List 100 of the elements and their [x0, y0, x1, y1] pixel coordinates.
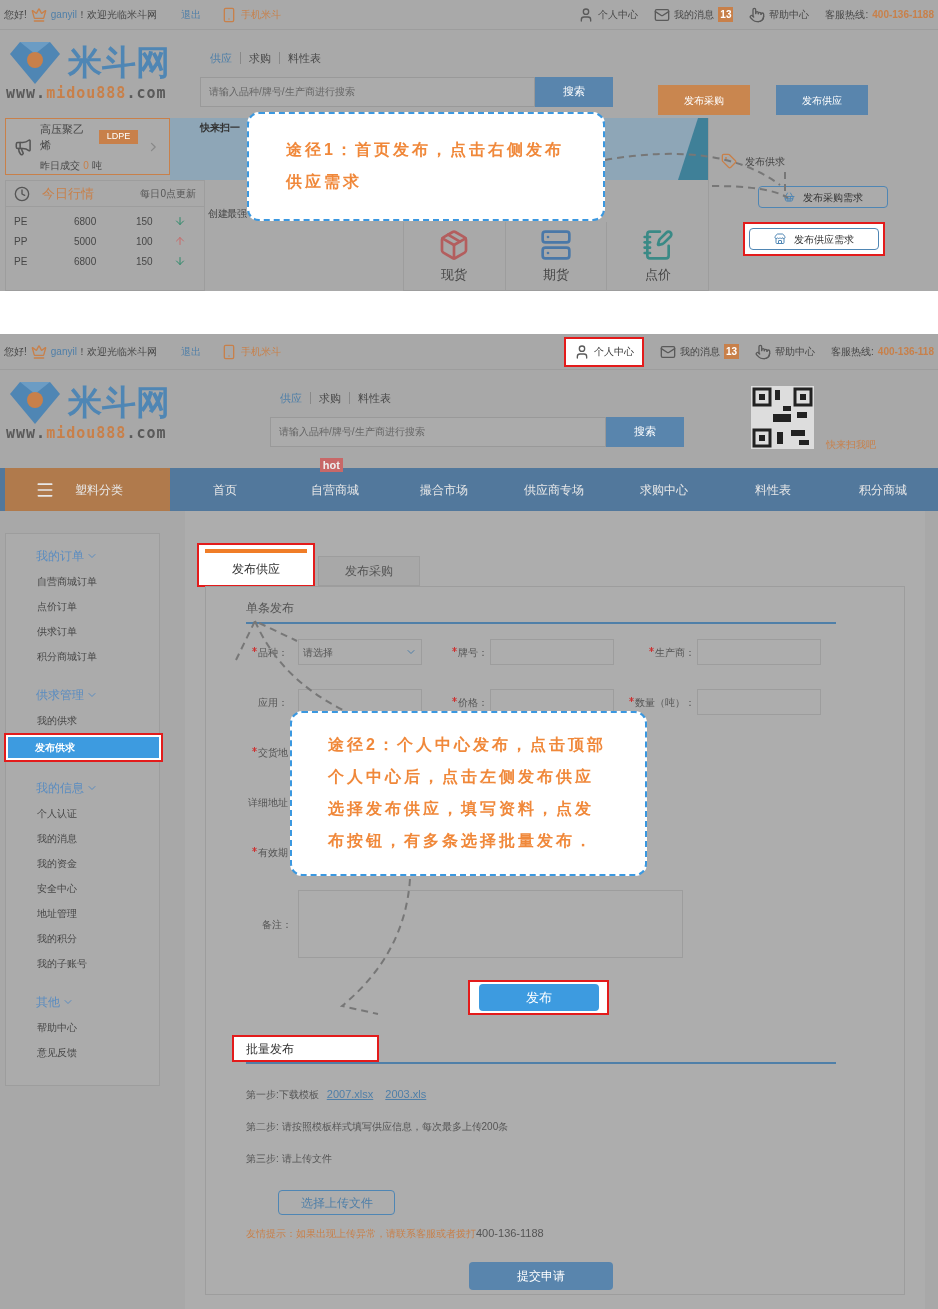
store-icon [774, 233, 786, 245]
hotline-number: 400-136-118 [877, 345, 934, 359]
variety-select[interactable]: 请选择 [298, 639, 422, 665]
market-title: 今日行情 [42, 184, 94, 203]
submit-application-button[interactable]: 提交申请 [469, 1261, 613, 1290]
section-title: 批量发布 [246, 1040, 294, 1058]
publish-supply-demand-button[interactable]: 发布供应需求 [749, 228, 879, 250]
crown-icon [30, 343, 47, 360]
sidebar-item[interactable]: 发布供求 [8, 737, 159, 758]
field-label: 备注： [262, 917, 292, 932]
sidebar-item[interactable]: 我的积分 [6, 926, 159, 951]
remarks-field[interactable] [298, 890, 683, 958]
sidebar-item[interactable]: 点价订单 [6, 594, 159, 619]
nav-link[interactable]: 首页 [212, 480, 237, 499]
notepad-pen-icon [641, 228, 674, 261]
tip-phone: 400-136-1188 [476, 1226, 544, 1241]
nav-link[interactable]: 撮合市场 [420, 480, 469, 499]
promo-text: 创建最强 [208, 208, 246, 219]
welcome-text: ！欢迎光临米斗网 [76, 8, 157, 22]
nav-link[interactable]: 自营商城 [310, 480, 359, 499]
callout-note: 途径1：首页发布，点击右侧发布 供应需求 [247, 112, 605, 221]
sidebar-item[interactable]: 我的供求 [6, 708, 159, 733]
publish-button[interactable]: 发布 [478, 984, 599, 1011]
diamond-logo-icon [10, 380, 60, 424]
megaphone-icon [14, 136, 33, 157]
sidebar-item[interactable]: 我的子账号 [6, 951, 159, 976]
step-text: 第三步: 请上传文件 [246, 1151, 332, 1166]
field-label: 价格： [458, 695, 488, 710]
sidebar-item[interactable]: 地址管理 [6, 901, 159, 926]
crown-icon [30, 6, 47, 23]
help-link[interactable]: 帮助中心 [755, 343, 816, 360]
publish-supply-button[interactable]: 发布供应 [776, 85, 868, 115]
nav-link[interactable]: 积分商城 [859, 480, 908, 499]
category-menu[interactable]: 塑料分类 [5, 468, 170, 511]
banner-stripe-drawing [678, 118, 708, 180]
sidebar-item[interactable]: 安全中心 [6, 876, 159, 901]
field-label: 品种： [258, 645, 288, 660]
market-cell-text: 6800 [74, 254, 98, 269]
welcome-text: ！欢迎光临米斗网 [76, 345, 157, 359]
qr-code-icon [751, 386, 814, 449]
logo-name: 米斗网 [68, 45, 170, 79]
help-link[interactable]: 帮助中心 [749, 6, 810, 23]
logo-name: 米斗网 [68, 385, 170, 419]
service-label: 现货 [441, 265, 468, 284]
logo-url: www.midou888.com [6, 84, 168, 103]
market-cell-text: 150 [136, 254, 154, 269]
diamond-logo-icon [10, 40, 60, 84]
hotline-label: 客服热线: [825, 8, 869, 22]
mail-icon [654, 6, 671, 23]
user-link[interactable]: 个人中心 [563, 336, 644, 367]
qr-caption: 快来扫我吧 [826, 438, 876, 452]
market-cell-text: PP [14, 234, 29, 249]
hotline-label: 客服热线: [831, 345, 874, 359]
sidebar-item[interactable]: 积分商城订单 [6, 644, 159, 669]
product-card[interactable]: 高压聚乙烯 LDPE 昨日成交 0 吨 [5, 118, 170, 175]
search-button[interactable]: 搜索 [606, 416, 684, 447]
search-tab[interactable]: 求购 [249, 50, 271, 67]
sidebar-item[interactable]: 个人认证 [6, 801, 159, 826]
market-cell-text: PE [14, 254, 29, 269]
service-label: 点价 [644, 265, 671, 284]
deal-text: 昨日成交 0 吨 [40, 158, 103, 173]
field-label: 数量（吨）： [635, 695, 695, 710]
nav-link[interactable]: 供应商专场 [524, 480, 584, 499]
publish-purchase-button[interactable]: 发布采购 [658, 85, 750, 115]
nav-link[interactable]: 求购中心 [639, 480, 688, 499]
publish-purchase-demand-button[interactable]: 发布采购需求 [758, 186, 888, 208]
tip-text: 友情提示：如果出现上传异常，请联系客服或者拨打 [246, 1227, 476, 1241]
search-tab[interactable]: 求购 [319, 390, 341, 407]
sidebar-item[interactable]: 我的消息 [6, 826, 159, 851]
mail-icon [659, 343, 676, 360]
sidebar-item[interactable]: 自营商城订单 [6, 569, 159, 594]
pointer-icon [755, 343, 772, 360]
sidebar-item[interactable]: 供求订单 [6, 619, 159, 644]
search-tab[interactable]: 料性表 [358, 390, 391, 407]
mail-link[interactable]: 我的消息 13 [659, 343, 740, 360]
sidebar-item[interactable]: 帮助中心 [6, 1015, 159, 1040]
form-tab[interactable]: 发布采购 [318, 556, 420, 586]
field-label: 有效期 [258, 845, 288, 860]
mail-link[interactable]: 我的消息 13 [654, 6, 734, 23]
sidebar-item[interactable]: 我的资金 [6, 851, 159, 876]
callout-note: 途径2：个人中心发布，点击顶部 个人中心后，点击左侧发布供应 选择发布供应，填写资料，点发 布按钮，有多条选择批量发布． [290, 711, 647, 876]
pointer-icon [749, 6, 766, 23]
basket-icon [783, 191, 795, 203]
market-note: 每日0点更新 [140, 187, 196, 201]
search-button[interactable]: 搜索 [535, 76, 613, 107]
banner-text: 快来扫一 [200, 121, 240, 135]
field-label: 详细地址 [248, 795, 288, 810]
hotline-number: 400-136-1188 [872, 8, 934, 22]
nav-link[interactable]: 料性表 [755, 480, 792, 499]
field-label: 应用： [258, 695, 288, 710]
search-tab[interactable]: 料性表 [288, 50, 321, 67]
logo-url: www.midou888.com [6, 424, 168, 443]
section-title: 单条发布 [246, 601, 294, 615]
sidebar-item[interactable]: 意见反馈 [6, 1040, 159, 1065]
product-name: 高压聚乙烯 [40, 121, 86, 153]
message-count-badge: 13 [723, 344, 740, 359]
tag-icon [721, 153, 737, 169]
user-link[interactable]: 个人中心 [578, 6, 639, 23]
clock-icon [14, 185, 30, 202]
field-label: 生产商： [655, 645, 695, 660]
